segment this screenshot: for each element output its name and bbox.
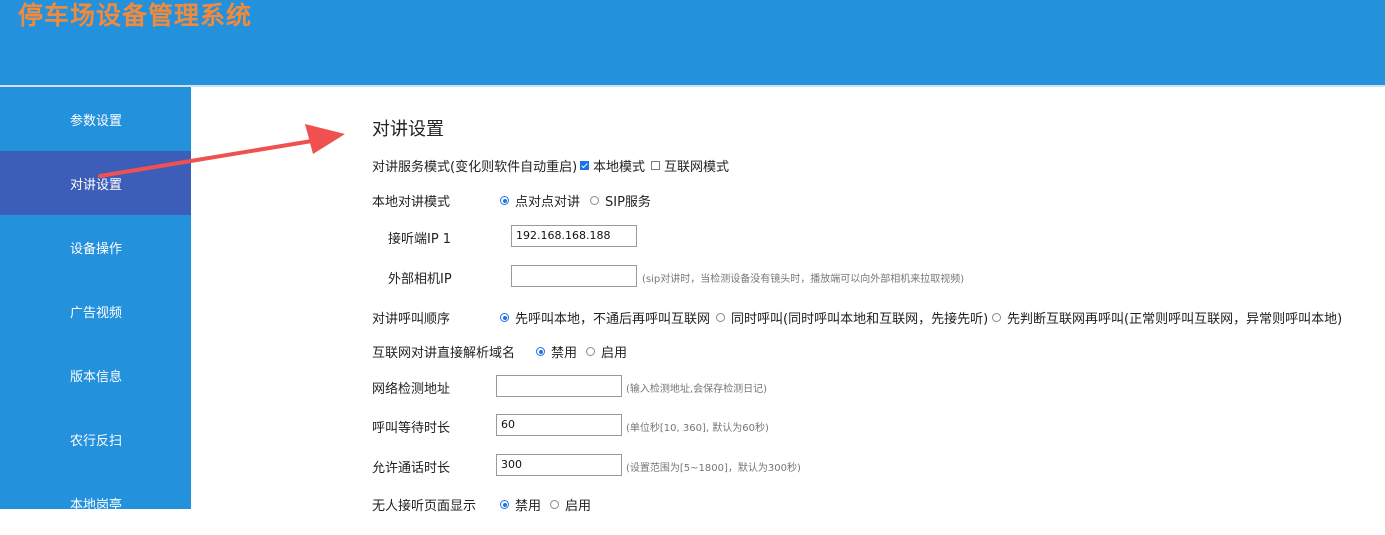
- sidebar-item-label: 广告视频: [70, 305, 123, 321]
- sidebar: 参数设置 对讲设置 设备操作 广告视频 版本信息 农行反扫 本地岗亭: [0, 87, 191, 513]
- header-divider: [0, 85, 1385, 87]
- radio-selected-icon: [536, 347, 545, 356]
- talk-duration-input[interactable]: 300: [496, 454, 622, 476]
- sidebar-item-ad-video[interactable]: 广告视频: [0, 279, 191, 343]
- no-answer-enable-radio[interactable]: 启用: [550, 495, 591, 514]
- network-check-label: 网络检测地址: [372, 382, 451, 397]
- radio-selected-icon: [500, 313, 509, 322]
- enable-option-label: 启用: [565, 499, 592, 514]
- arrow-head-icon: [305, 124, 345, 154]
- sidebar-item-intercom[interactable]: 对讲设置: [0, 151, 191, 215]
- local-mode-option-label: 本地模式: [593, 160, 646, 175]
- sidebar-item-label: 版本信息: [70, 369, 123, 385]
- sip-radio[interactable]: SIP服务: [590, 191, 651, 210]
- call-order-option-label: 先呼叫本地，不通后再呼叫互联网: [515, 312, 711, 327]
- p2p-radio[interactable]: 点对点对讲: [500, 191, 580, 210]
- checkbox-icon: [651, 161, 660, 170]
- p2p-option-label: 点对点对讲: [515, 195, 581, 210]
- local-mode-checkbox[interactable]: 本地模式: [580, 156, 645, 175]
- no-answer-page-label: 无人接听页面显示: [372, 499, 477, 514]
- network-check-hint: (输入检测地址,会保存检测日记): [626, 384, 767, 395]
- call-order-option-label: 同时呼叫(同时呼叫本地和互联网，先接先听): [731, 312, 989, 327]
- radio-selected-icon: [500, 196, 509, 205]
- sidebar-item-version[interactable]: 版本信息: [0, 343, 191, 407]
- external-camera-ip-label: 外部相机IP: [388, 272, 452, 287]
- disable-option-label: 禁用: [551, 346, 578, 361]
- call-order-option-label: 先判断互联网再呼叫(正常则呼叫互联网，异常则呼叫本地): [1007, 312, 1343, 327]
- sidebar-item-label: 设备操作: [70, 241, 123, 257]
- service-mode-label: 对讲服务模式(变化则软件自动重启): [372, 160, 578, 175]
- sidebar-item-params[interactable]: 参数设置: [0, 87, 191, 151]
- sidebar-item-label: 本地岗亭: [70, 497, 123, 513]
- radio-icon: [992, 313, 1001, 322]
- radio-icon: [590, 196, 599, 205]
- no-answer-disable-radio[interactable]: 禁用: [500, 495, 541, 514]
- sidebar-item-label: 参数设置: [70, 113, 123, 129]
- talk-duration-hint: (设置范围为[5~1800]，默认为300秒): [626, 463, 801, 474]
- external-camera-ip-input[interactable]: [511, 265, 637, 287]
- radio-icon: [550, 500, 559, 509]
- internet-mode-option-label: 互联网模式: [664, 160, 730, 175]
- radio-icon: [716, 313, 725, 322]
- direct-resolve-enable-radio[interactable]: 启用: [586, 342, 627, 361]
- sidebar-item-abc-scan[interactable]: 农行反扫: [0, 407, 191, 471]
- receiver-ip-label: 接听端IP 1: [388, 232, 452, 247]
- direct-resolve-label: 互联网对讲直接解析域名: [372, 346, 516, 361]
- sidebar-item-local-booth[interactable]: 本地岗亭: [0, 471, 191, 535]
- call-wait-hint: (单位秒[10, 360], 默认为60秒): [626, 423, 769, 434]
- app-header: 停车场设备管理系统: [0, 0, 1385, 85]
- talk-duration-label: 允许通话时长: [372, 461, 451, 476]
- call-wait-input[interactable]: 60: [496, 414, 622, 436]
- receiver-ip-input[interactable]: 192.168.168.188: [511, 225, 637, 247]
- direct-resolve-disable-radio[interactable]: 禁用: [536, 342, 577, 361]
- page-title: 对讲设置: [372, 119, 444, 140]
- disable-option-label: 禁用: [515, 499, 542, 514]
- radio-icon: [586, 347, 595, 356]
- call-order-check-internet-radio[interactable]: 先判断互联网再呼叫(正常则呼叫互联网，异常则呼叫本地): [992, 308, 1342, 327]
- call-order-label: 对讲呼叫顺序: [372, 312, 451, 327]
- network-check-input[interactable]: [496, 375, 622, 397]
- checkbox-checked-icon: [580, 161, 589, 170]
- call-order-simultaneous-radio[interactable]: 同时呼叫(同时呼叫本地和互联网，先接先听): [716, 308, 988, 327]
- sidebar-item-label: 农行反扫: [70, 433, 123, 449]
- call-wait-label: 呼叫等待时长: [372, 421, 451, 436]
- call-order-local-first-radio[interactable]: 先呼叫本地，不通后再呼叫互联网: [500, 308, 710, 327]
- sip-option-label: SIP服务: [605, 195, 651, 210]
- enable-option-label: 启用: [601, 346, 628, 361]
- radio-selected-icon: [500, 500, 509, 509]
- local-mode-label: 本地对讲模式: [372, 195, 451, 210]
- sidebar-item-device-ops[interactable]: 设备操作: [0, 215, 191, 279]
- app-title: 停车场设备管理系统: [18, 1, 253, 30]
- sidebar-item-label: 对讲设置: [70, 177, 123, 193]
- external-camera-ip-hint: (sip对讲时，当检测设备没有镜头时，播放端可以向外部相机来拉取视频): [642, 274, 965, 285]
- internet-mode-checkbox[interactable]: 互联网模式: [651, 156, 729, 175]
